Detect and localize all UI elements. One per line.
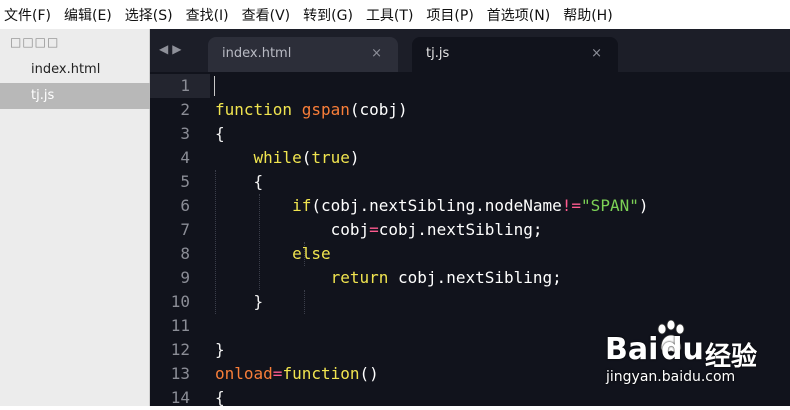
text-caret <box>214 76 215 96</box>
menu-project[interactable]: 项目(P) <box>426 5 473 25</box>
sidebar-file-index-html[interactable]: index.html <box>0 57 150 83</box>
sidebar-file-tj-js[interactable]: tj.js <box>0 83 150 109</box>
code-token: = <box>369 220 379 239</box>
watermark-brand: du <box>661 332 704 367</box>
menu-help[interactable]: 帮助(H) <box>563 5 612 25</box>
code-token: ) <box>638 196 649 215</box>
code-token: true <box>311 148 350 167</box>
code-token: function <box>215 100 293 119</box>
code-token: return <box>330 268 389 287</box>
menu-selection[interactable]: 选择(S) <box>125 5 173 25</box>
menu-find[interactable]: 查找(I) <box>186 5 229 25</box>
code-token: { <box>253 172 264 191</box>
code-line-4: while(true) <box>215 146 360 170</box>
code-token: cobj.nextSibling; <box>378 220 543 239</box>
line-number: 11 <box>170 316 190 335</box>
line-number: 6 <box>180 196 190 215</box>
line-number: 7 <box>180 220 190 239</box>
tab-bar: ◀▶ index.html × tj.js × <box>150 29 790 72</box>
close-icon[interactable]: × <box>371 37 382 70</box>
code-line-9: return cobj.nextSibling; <box>215 266 562 290</box>
line-number: 4 <box>180 148 190 167</box>
code-token: gspan <box>301 100 350 119</box>
line-number-gutter: 1 2 3 4 5 6 7 8 9 10 11 12 13 14 <box>150 72 206 407</box>
code-line-10: } <box>215 290 264 314</box>
baidu-watermark: Bai du 经验 jingyan.baidu.com <box>603 320 783 390</box>
watermark-url: jingyan.baidu.com <box>606 369 736 385</box>
code-token: function <box>282 364 360 383</box>
close-icon[interactable]: × <box>591 37 602 70</box>
tab-label: index.html <box>222 46 292 61</box>
tab-nav-arrows[interactable]: ◀▶ <box>159 42 185 56</box>
menu-tools[interactable]: 工具(T) <box>366 5 413 25</box>
menu-goto[interactable]: 转到(G) <box>303 5 353 25</box>
code-token: while <box>253 148 302 167</box>
code-token: ( <box>301 148 312 167</box>
code-line-12: } <box>215 340 225 359</box>
code-line-6: if(cobj.nextSibling.nodeName!="SPAN") <box>215 194 648 218</box>
code-token: if <box>292 196 312 215</box>
code-line-2: function gspan(cobj) <box>215 98 408 122</box>
code-token: (cobj.nextSibling.nodeName <box>311 196 562 215</box>
tab-next-icon[interactable]: ▶ <box>172 42 185 56</box>
code-token: } <box>253 292 264 311</box>
code-line-5: { <box>215 170 264 194</box>
line-number: 8 <box>180 244 190 263</box>
menu-file[interactable]: 文件(F) <box>4 5 51 25</box>
code-token: "SPAN" <box>581 196 639 215</box>
code-token: (cobj) <box>349 100 408 119</box>
menu-bar: 文件(F) 编辑(E) 选择(S) 查找(I) 查看(V) 转到(G) 工具(T… <box>0 0 790 29</box>
code-line-7: cobj=cobj.nextSibling; <box>215 218 543 242</box>
tab-label: tj.js <box>426 46 450 61</box>
code-line-14: { <box>215 388 225 407</box>
code-token: cobj.nextSibling; <box>388 268 562 287</box>
sidebar: □□□□ index.html tj.js <box>0 29 150 406</box>
code-line-8: else <box>215 242 331 266</box>
code-token: != <box>561 196 582 215</box>
code-token: else <box>292 244 331 263</box>
menu-edit[interactable]: 编辑(E) <box>64 5 112 25</box>
code-token: ) <box>349 148 360 167</box>
sidebar-header: □□□□ <box>10 35 60 49</box>
tab-tj-js[interactable]: tj.js × <box>412 37 618 72</box>
line-number: 12 <box>170 340 190 359</box>
menu-view[interactable]: 查看(V) <box>242 5 291 25</box>
indent-guide <box>304 290 305 314</box>
code-token: () <box>359 364 379 383</box>
menu-preferences[interactable]: 首选项(N) <box>487 5 550 25</box>
code-line-13: onload=function() <box>215 362 379 386</box>
code-token: = <box>272 364 283 383</box>
line-number: 1 <box>180 76 190 95</box>
watermark-brand: 经验 <box>705 342 758 372</box>
line-number: 13 <box>170 364 190 383</box>
watermark-brand: Bai <box>605 332 659 367</box>
code-line-3: { <box>215 124 225 143</box>
code-token: onload <box>215 364 273 383</box>
line-number: 9 <box>180 268 190 287</box>
code-token: cobj <box>330 220 370 239</box>
tab-index-html[interactable]: index.html × <box>208 37 398 72</box>
line-number: 3 <box>180 124 190 143</box>
line-number: 14 <box>170 388 190 407</box>
tab-prev-icon[interactable]: ◀ <box>159 42 172 56</box>
line-number: 10 <box>170 292 190 311</box>
line-number: 5 <box>180 172 190 191</box>
line-number: 2 <box>180 100 190 119</box>
